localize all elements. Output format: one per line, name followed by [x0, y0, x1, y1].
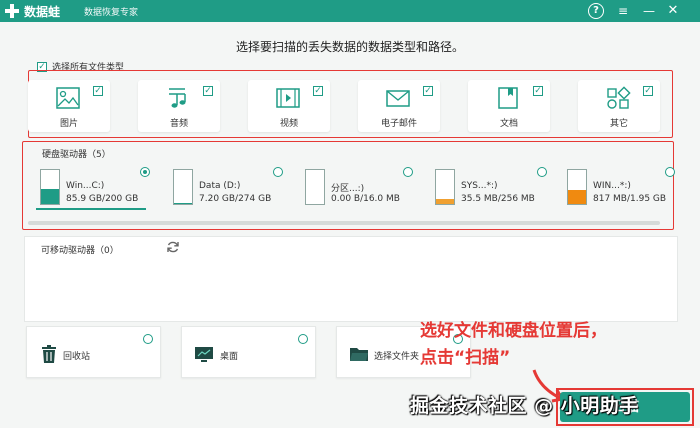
location-label: 回收站: [63, 352, 91, 362]
file-type-other[interactable]: ✓ 其它: [578, 80, 660, 132]
page-headline: 选择要扫描的丢失数据的数据类型和路径。: [235, 40, 464, 54]
drive-icon: [567, 169, 587, 205]
trash-icon: [42, 345, 56, 363]
drive-item[interactable]: 分区...:) 0.00 B/16.0 MB: [305, 165, 415, 213]
drive-icon: [173, 169, 193, 205]
drive-icon: [40, 169, 60, 205]
checkbox-check-icon[interactable]: ✓: [93, 86, 103, 96]
drive-item[interactable]: SYS...*:) 35.5 MB/256 MB: [435, 165, 547, 213]
music-icon: [169, 88, 186, 108]
file-type-label: 文档: [499, 119, 518, 129]
file-type-label: 图片: [59, 119, 78, 129]
drive-name: Data (D:): [199, 181, 241, 191]
checkbox-check-icon[interactable]: ✓: [643, 86, 653, 96]
close-button[interactable]: ✕: [664, 2, 682, 20]
location-label: 桌面: [220, 352, 239, 362]
removable-drives-title: 可移动驱动器（0）: [41, 246, 119, 256]
file-type-label: 音频: [169, 119, 188, 129]
other-icon: [607, 86, 631, 109]
drive-item[interactable]: WIN...*:) 817 MB/1.95 GB: [567, 165, 677, 213]
drive-item[interactable]: Win...C:) 85.9 GB/200 GB: [40, 165, 150, 213]
file-type-label: 电子邮件: [380, 119, 417, 129]
annotation-line-2: 点击“扫描”: [420, 348, 511, 368]
drive-size: 35.5 MB/256 MB: [461, 194, 535, 204]
image-icon: [56, 87, 80, 109]
selected-drive-underline: [36, 208, 146, 210]
document-icon: [498, 87, 518, 109]
removable-drives-panel: 可移动驱动器（0）: [24, 236, 678, 322]
help-button[interactable]: ?: [588, 3, 604, 19]
checkbox-check-icon[interactable]: ✓: [533, 86, 543, 96]
file-type-images[interactable]: ✓ 图片: [28, 80, 110, 132]
drive-size: 7.20 GB/274 GB: [199, 194, 272, 204]
watermark: 掘金技术社区 @ 小明助手: [410, 395, 639, 417]
drive-name: SYS...*:): [461, 181, 498, 191]
app-name: 数据蛙: [24, 5, 61, 19]
drive-name: WIN...*:): [593, 181, 631, 191]
file-type-email[interactable]: ✓ 电子邮件: [358, 80, 440, 132]
app-logo-icon: [5, 4, 19, 18]
minimize-button[interactable]: —: [640, 2, 658, 20]
drive-usage-fill: [41, 189, 59, 204]
drive-name: 分区...:): [331, 184, 365, 194]
file-type-video[interactable]: ✓ 视频: [248, 80, 330, 132]
location-label: 选择文件夹: [374, 352, 420, 362]
title-bar: 数据蛙 数据恢复专家 ? ≡ — ✕: [0, 0, 700, 22]
drive-item[interactable]: Data (D:) 7.20 GB/274 GB: [173, 165, 283, 213]
location-radio[interactable]: [143, 334, 153, 344]
drive-radio[interactable]: [273, 167, 283, 177]
drive-icon: [435, 169, 455, 205]
email-icon: [386, 90, 410, 107]
file-type-label: 视频: [279, 119, 298, 129]
annotation-line-1: 选好文件和硬盘位置后，: [420, 321, 607, 341]
drive-radio[interactable]: [403, 167, 413, 177]
menu-button[interactable]: ≡: [614, 2, 632, 20]
drive-icon: [305, 169, 325, 205]
file-type-documents[interactable]: ✓ 文档: [468, 80, 550, 132]
location-radio[interactable]: [298, 334, 308, 344]
drives-section-title: 硬盘驱动器（5）: [42, 150, 111, 160]
drives-scrollbar[interactable]: [28, 221, 660, 225]
file-type-audio[interactable]: ✓ 音频: [138, 80, 220, 132]
checkbox-check-icon[interactable]: ✓: [203, 86, 213, 96]
video-icon: [276, 88, 300, 108]
drive-radio[interactable]: [537, 167, 547, 177]
desktop-icon: [195, 347, 213, 362]
file-type-label: 其它: [609, 119, 628, 129]
drive-size: 0.00 B/16.0 MB: [331, 194, 400, 204]
location-recycle-bin[interactable]: 回收站: [26, 326, 161, 378]
refresh-icon[interactable]: [166, 240, 180, 254]
file-types-highlight: [28, 70, 673, 138]
drive-usage-fill: [568, 189, 586, 204]
drive-usage-fill: [174, 202, 192, 204]
drive-radio[interactable]: [665, 167, 675, 177]
checkbox-check-icon[interactable]: ✓: [313, 86, 323, 96]
drive-size: 817 MB/1.95 GB: [593, 194, 667, 204]
location-desktop[interactable]: 桌面: [181, 326, 316, 378]
drive-radio[interactable]: [140, 167, 150, 177]
drive-size: 85.9 GB/200 GB: [66, 194, 139, 204]
drive-usage-fill: [436, 199, 454, 204]
drive-name: Win...C:): [66, 181, 105, 191]
checkbox-check-icon[interactable]: ✓: [423, 86, 433, 96]
app-subtitle: 数据恢复专家: [84, 8, 139, 18]
folder-icon: [350, 348, 368, 361]
